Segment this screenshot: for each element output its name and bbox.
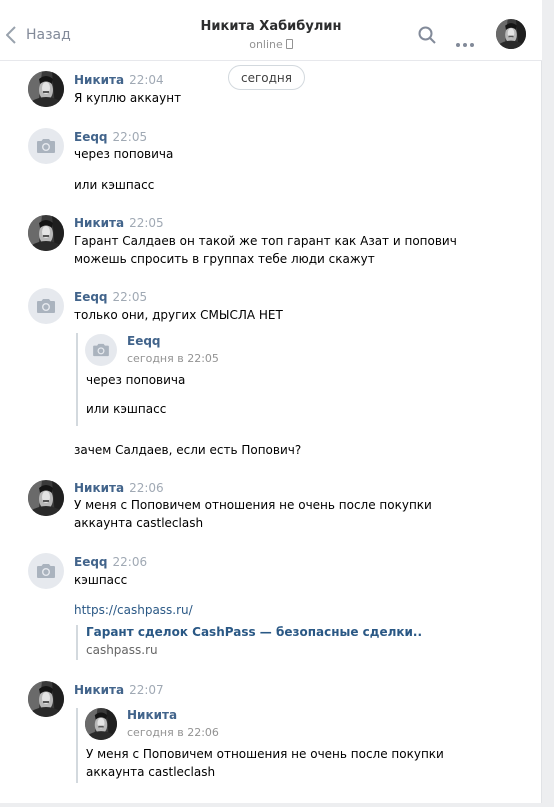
message-time: 22:07 [129,683,164,697]
header-avatar[interactable] [496,19,526,49]
message-time: 22:05 [112,290,148,304]
forwarded-sender[interactable]: Никита [127,708,177,722]
message-text: или кэшпасс [74,178,155,192]
message-time: 22:05 [112,130,148,144]
message-text: аккаунта castleclash [74,516,204,530]
link-snippet-title[interactable]: Гарант сделок CashPass — безопасные сдел… [86,625,422,639]
message-sender[interactable]: Никита 22:05 [74,216,164,230]
sender-avatar[interactable] [28,288,64,324]
message-time: 22:06 [112,555,148,569]
sender-avatar[interactable] [28,71,64,107]
date-divider: сегодня [228,65,305,90]
message-text: У меня с Поповичем отношения не очень по… [74,498,432,512]
message-text: только они, других СМЫСЛА НЕТ [74,308,283,322]
message-time: 22:06 [129,481,164,495]
more-options-icon[interactable] [456,32,474,51]
sender-avatar[interactable] [28,553,64,589]
snippet-bar [76,625,78,660]
link-snippet-domain[interactable]: cashpass.ru [86,643,158,657]
sender-avatar[interactable] [28,480,64,516]
message-text: Гарант Салдаев он такой же топ гарант ка… [74,234,457,248]
status-text: online [249,38,283,51]
camera-icon [36,298,56,314]
forwarded-time[interactable]: сегодня в 22:05 [127,352,219,365]
message-text: можешь спросить в группах тебе люди скаж… [74,252,375,266]
sender-avatar[interactable] [28,681,64,717]
forwarded-time[interactable]: сегодня в 22:06 [127,726,219,739]
camera-icon [36,563,56,579]
message-time: 22:05 [129,216,164,230]
message-sender[interactable]: Никита 22:06 [74,481,164,495]
forwarded-text: или кэшпасс [86,402,167,416]
sender-avatar[interactable] [28,128,64,164]
forwarded-avatar[interactable] [85,334,117,366]
message-text: Я куплю аккаунт [74,91,182,105]
message-text: через поповича [74,147,174,161]
forwarded-text: У меня с Поповичем отношения не очень по… [86,747,444,761]
scrollbar-track[interactable] [541,0,554,807]
message-time: 22:04 [129,73,164,87]
forwarded-text: аккаунта castleclash [86,765,216,779]
message-text: кэшпасс [74,573,128,587]
message-text: зачем Салдаев, если есть Попович? [74,443,302,457]
search-icon[interactable] [418,26,436,48]
forwarded-bar [76,708,78,783]
forwarded-text: через поповича [86,373,186,387]
sender-avatar[interactable] [28,215,64,251]
bottom-edge [0,803,554,807]
message-sender[interactable]: Eeqq 22:05 [74,130,147,144]
forwarded-sender[interactable]: Eeqq [127,334,161,348]
chat-header: Назад Никита Хабибулин online [0,0,542,61]
camera-icon [92,343,110,357]
forwarded-avatar[interactable] [85,708,117,740]
mobile-icon [285,39,293,49]
forwarded-bar [76,333,78,426]
message-link[interactable]: https://cashpass.ru/ [74,601,193,619]
camera-icon [36,138,56,154]
message-sender[interactable]: Никита 22:04 [74,73,164,87]
message-sender[interactable]: Eeqq 22:05 [74,290,147,304]
message-sender[interactable]: Eeqq 22:06 [74,555,147,569]
message-sender[interactable]: Никита 22:07 [74,683,164,697]
